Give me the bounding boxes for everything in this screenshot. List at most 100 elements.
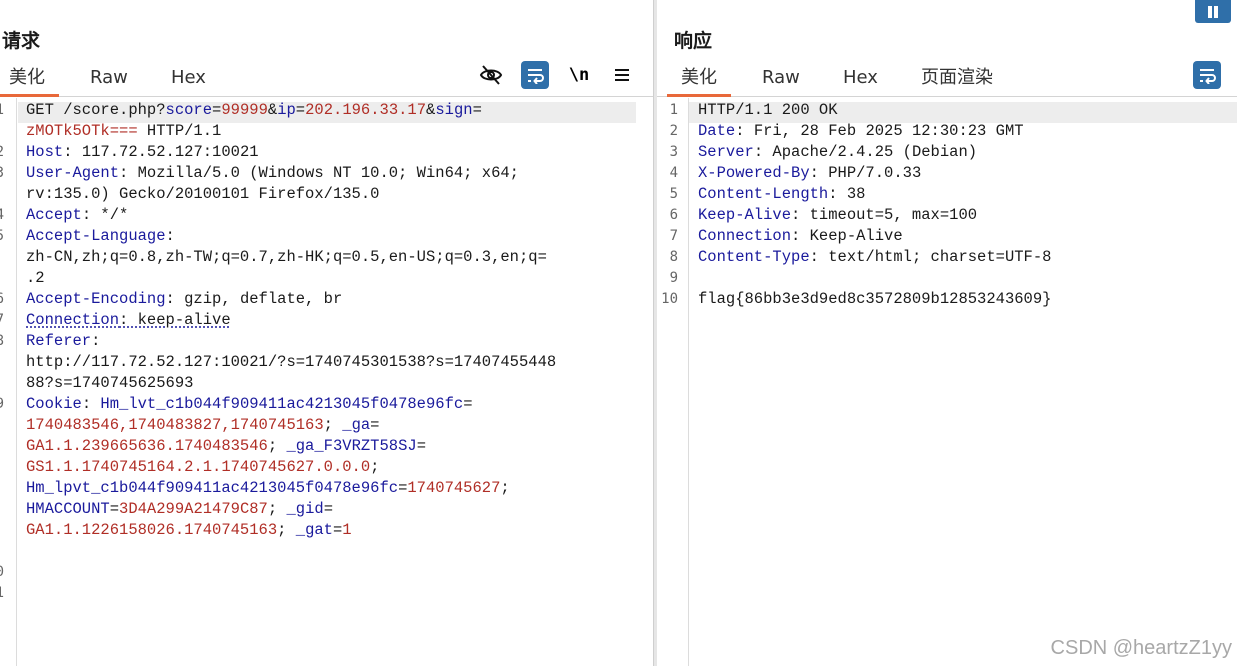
code-text: zh-CN,zh;q=0.8,zh-TW;q=0.7,zh-HK;q=0.5,e… (26, 248, 547, 266)
line-number: 7 (0, 310, 4, 331)
response-title: 响应 (674, 30, 713, 52)
code-text: ; (277, 521, 296, 539)
param-value: zMOTk5OTk=== (26, 122, 138, 140)
code-text: : 38 (828, 185, 866, 203)
line-number: 3 (669, 144, 678, 160)
code-text: .2 (26, 269, 45, 287)
request-code-line: GET /score.php?score=99999&ip=202.196.33… (26, 100, 482, 121)
request-code-line: GA1.1.1226158026.1740745163; _gat=1 (26, 520, 352, 541)
line-number: 2 (669, 123, 678, 139)
param-value: 1 (342, 521, 352, 539)
response-line-gutter: 1 2 3 4 5 6 7 8 9 10 (657, 98, 689, 666)
request-code-line: Host: 117.72.52.127:10021 (26, 142, 259, 163)
header-key: Content-Length (698, 185, 829, 203)
line-number: 9 (0, 394, 4, 415)
request-title: 请求 (2, 30, 41, 52)
line-number: 3 (0, 163, 4, 184)
code-text: = (472, 101, 482, 119)
request-code-line: Referer: (26, 331, 100, 352)
response-code-line: flag{86bb3e3d9ed8c3572809b12853243609} (698, 289, 1051, 310)
code-text: ; (267, 500, 287, 518)
request-code-line: http://117.72.52.127:10021/?s=1740745301… (26, 352, 556, 373)
code-text: : 117.72.52.127:10021 (63, 143, 259, 161)
line-number: 1 (0, 583, 4, 604)
header-key: Connection (26, 311, 120, 329)
request-code-line: 88?s=1740745625693 (26, 373, 193, 394)
code-text: : Mozilla/5.0 (Windows NT 10.0; Win64; x… (119, 164, 519, 182)
line-number: 5 (669, 186, 678, 202)
header-key: Content-Type (698, 248, 810, 266)
header-key: Date (698, 122, 736, 140)
code-text: ; (323, 416, 343, 434)
pause-button[interactable] (1195, 0, 1231, 23)
code-text: HTTP/1.1 200 OK (698, 101, 838, 119)
code-text: : Keep-Alive (791, 227, 903, 245)
header-key: Accept-Language (26, 227, 166, 245)
code-text: GET /score.php? (26, 101, 166, 119)
header-key: _gat (295, 521, 333, 539)
response-editor[interactable]: 1 2 3 4 5 6 7 8 9 10 HTTP/1.1 200 OK Date: Fri, 28… (657, 98, 1237, 666)
param-value: 202.196.33.17 (305, 101, 427, 119)
response-pane: 响应 美化 Raw Hex 页面渲染 1 2 3 4 5 6 7 8 9 10 HTTP/1.1 … (657, 0, 1237, 666)
line-number: 1 (0, 100, 4, 121)
wrap-icon[interactable] (1193, 61, 1221, 89)
code-text: : (91, 332, 101, 350)
code-text: = (398, 479, 408, 497)
code-text: : text/html; charset=UTF-8 (809, 248, 1052, 266)
code-text: ; (500, 479, 510, 497)
header-key: ip (277, 101, 296, 119)
response-tabbar: 美化 Raw Hex 页面渲染 (657, 62, 1237, 97)
line-number: 6 (669, 207, 678, 223)
code-text: = (370, 416, 380, 434)
request-tab-raw[interactable]: Raw (76, 66, 142, 97)
code-text: = (212, 101, 222, 119)
request-tab-hex[interactable]: Hex (157, 66, 220, 97)
header-key: _ga (342, 416, 371, 434)
request-code-line: HMACCOUNT=3D4A299A21479C87; _gid= (26, 499, 333, 520)
code-text: = (109, 500, 120, 518)
request-pane: 请求 美化 Raw Hex \n 12345678901 GET /score.… (0, 0, 653, 666)
code-text: = (332, 521, 343, 539)
menu-icon[interactable] (608, 61, 636, 89)
header-key: Hm_lvt_c1b044f909411ac4213045f0478e96fc (100, 395, 464, 413)
eye-slash-icon[interactable] (477, 61, 505, 89)
line-number: 6 (0, 289, 4, 310)
param-value: GS1.1.1740745164.2.1.1740745627.0.0.0 (26, 458, 371, 476)
param-value: 99999 (221, 101, 268, 119)
code-text: rv:135.0) Gecko/20100101 Firefox/135.0 (26, 185, 380, 203)
response-code-line: Date: Fri, 28 Feb 2025 12:30:23 GMT (698, 121, 1024, 142)
line-number: 10 (661, 291, 678, 307)
code-text: = (463, 395, 473, 413)
response-tab-hex[interactable]: Hex (829, 66, 892, 97)
header-key: score (165, 101, 213, 119)
request-editor[interactable]: 12345678901 GET /score.php?score=99999&i… (0, 98, 653, 666)
code-text: : keep-alive (119, 311, 231, 329)
request-code-line: Accept: */* (26, 205, 128, 226)
pause-icon (1208, 5, 1218, 18)
code-text: : gzip, deflate, br (165, 290, 343, 308)
request-tab-pretty[interactable]: 美化 (0, 66, 59, 97)
code-text: 88?s=1740745625693 (26, 374, 194, 392)
header-key: Keep-Alive (698, 206, 792, 224)
request-code-line: Hm_lpvt_c1b044f909411ac4213045f0478e96fc… (26, 478, 510, 499)
request-code-line: Accept-Encoding: gzip, deflate, br (26, 289, 342, 310)
line-number: 2 (0, 142, 4, 163)
wrap-icon[interactable] (521, 61, 549, 89)
response-tab-raw[interactable]: Raw (748, 66, 814, 97)
header-key: _ga_F3VRZT58SJ (286, 437, 417, 455)
response-tab-render[interactable]: 页面渲染 (907, 66, 1007, 97)
code-text: : (81, 395, 101, 413)
header-key: HMACCOUNT (26, 500, 110, 518)
code-text: ; (370, 458, 380, 476)
newline-icon[interactable]: \n (565, 61, 593, 89)
header-key: Referer (26, 332, 92, 350)
header-key: Cookie (26, 395, 82, 413)
header-key: Accept-Encoding (26, 290, 166, 308)
response-code-line: Server: Apache/2.4.25 (Debian) (698, 142, 977, 163)
code-text: & (426, 101, 436, 119)
header-key: Connection (698, 227, 792, 245)
response-tab-pretty[interactable]: 美化 (667, 66, 731, 97)
line-number: 1 (669, 102, 678, 118)
code-text: http://117.72.52.127:10021/?s=1740745301… (26, 353, 557, 371)
request-line-gutter: 12345678901 (0, 98, 17, 666)
